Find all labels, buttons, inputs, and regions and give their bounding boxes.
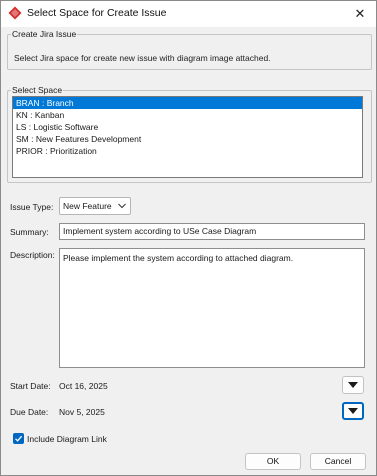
select-space-legend: Select Space — [12, 85, 63, 95]
space-list-item[interactable]: SM : New Features Development — [13, 133, 362, 145]
issue-type-label: Issue Type: — [10, 202, 54, 212]
summary-input[interactable]: Implement system according to USe Case D… — [59, 223, 365, 240]
due-date-value: Nov 5, 2025 — [59, 407, 105, 417]
checkmark-icon — [15, 435, 23, 442]
triangle-down-icon — [348, 382, 358, 388]
start-date-picker-button[interactable] — [342, 376, 364, 394]
visual-paradigm-logo-icon — [8, 6, 22, 20]
cancel-button[interactable]: Cancel — [310, 453, 366, 470]
issue-type-select[interactable]: New Feature — [59, 197, 131, 215]
summary-label: Summary: — [10, 227, 49, 237]
space-list-item[interactable]: KN : Kanban — [13, 109, 362, 121]
create-issue-group: Create Jira Issue Select Jira space for … — [7, 29, 372, 70]
ok-button[interactable]: OK — [245, 453, 301, 470]
dialog-window: Select Space for Create Issue ✕ Create J… — [0, 0, 377, 476]
space-listbox[interactable]: BRAN : Branch KN : Kanban LS : Logistic … — [12, 96, 363, 178]
title-bar: Select Space for Create Issue ✕ — [1, 1, 376, 27]
chevron-down-icon — [118, 203, 126, 209]
start-date-label: Start Date: — [10, 381, 51, 391]
window-title: Select Space for Create Issue — [27, 7, 167, 19]
create-issue-legend: Create Jira Issue — [12, 29, 77, 39]
create-issue-description: Select Jira space for create new issue w… — [14, 53, 271, 63]
due-date-picker-button[interactable] — [342, 402, 364, 420]
close-icon: ✕ — [354, 6, 366, 21]
description-textarea[interactable]: Please implement the system according to… — [59, 248, 365, 368]
space-list-item[interactable]: BRAN : Branch — [13, 97, 362, 109]
include-diagram-link-checkbox[interactable] — [13, 433, 24, 444]
close-button[interactable]: ✕ — [346, 1, 374, 27]
description-label: Description: — [10, 250, 55, 260]
triangle-down-icon — [348, 408, 358, 414]
space-list-item[interactable]: PRIOR : Prioritization — [13, 145, 362, 157]
include-diagram-link-label[interactable]: Include Diagram Link — [27, 434, 107, 444]
due-date-label: Due Date: — [10, 407, 49, 417]
start-date-value: Oct 16, 2025 — [59, 381, 108, 391]
issue-type-value: New Feature — [63, 201, 112, 211]
space-list-item[interactable]: LS : Logistic Software — [13, 121, 362, 133]
